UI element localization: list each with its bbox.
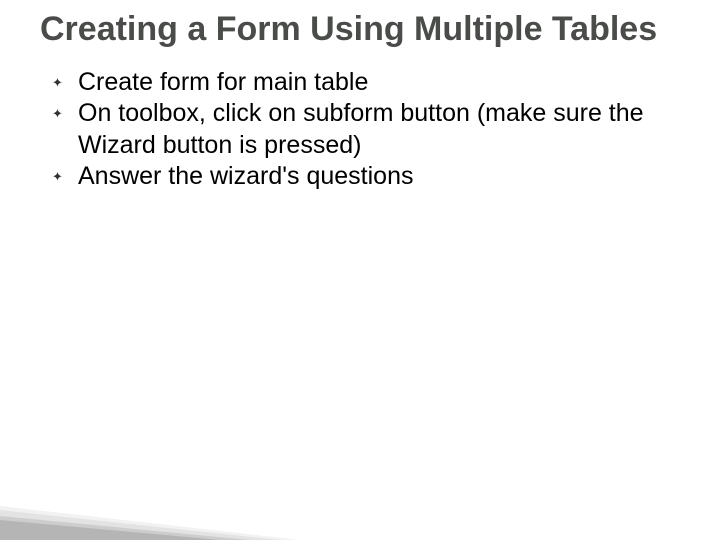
list-item: Answer the wizard's questions <box>72 161 680 192</box>
slide-title: Creating a Form Using Multiple Tables <box>40 10 680 49</box>
list-item: On toolbox, click on subform button (mak… <box>72 98 680 161</box>
list-item: Create form for main table <box>72 67 680 98</box>
bullet-list: Create form for main table On toolbox, c… <box>40 67 680 192</box>
slide: Creating a Form Using Multiple Tables Cr… <box>0 0 720 540</box>
corner-decoration <box>0 460 300 540</box>
